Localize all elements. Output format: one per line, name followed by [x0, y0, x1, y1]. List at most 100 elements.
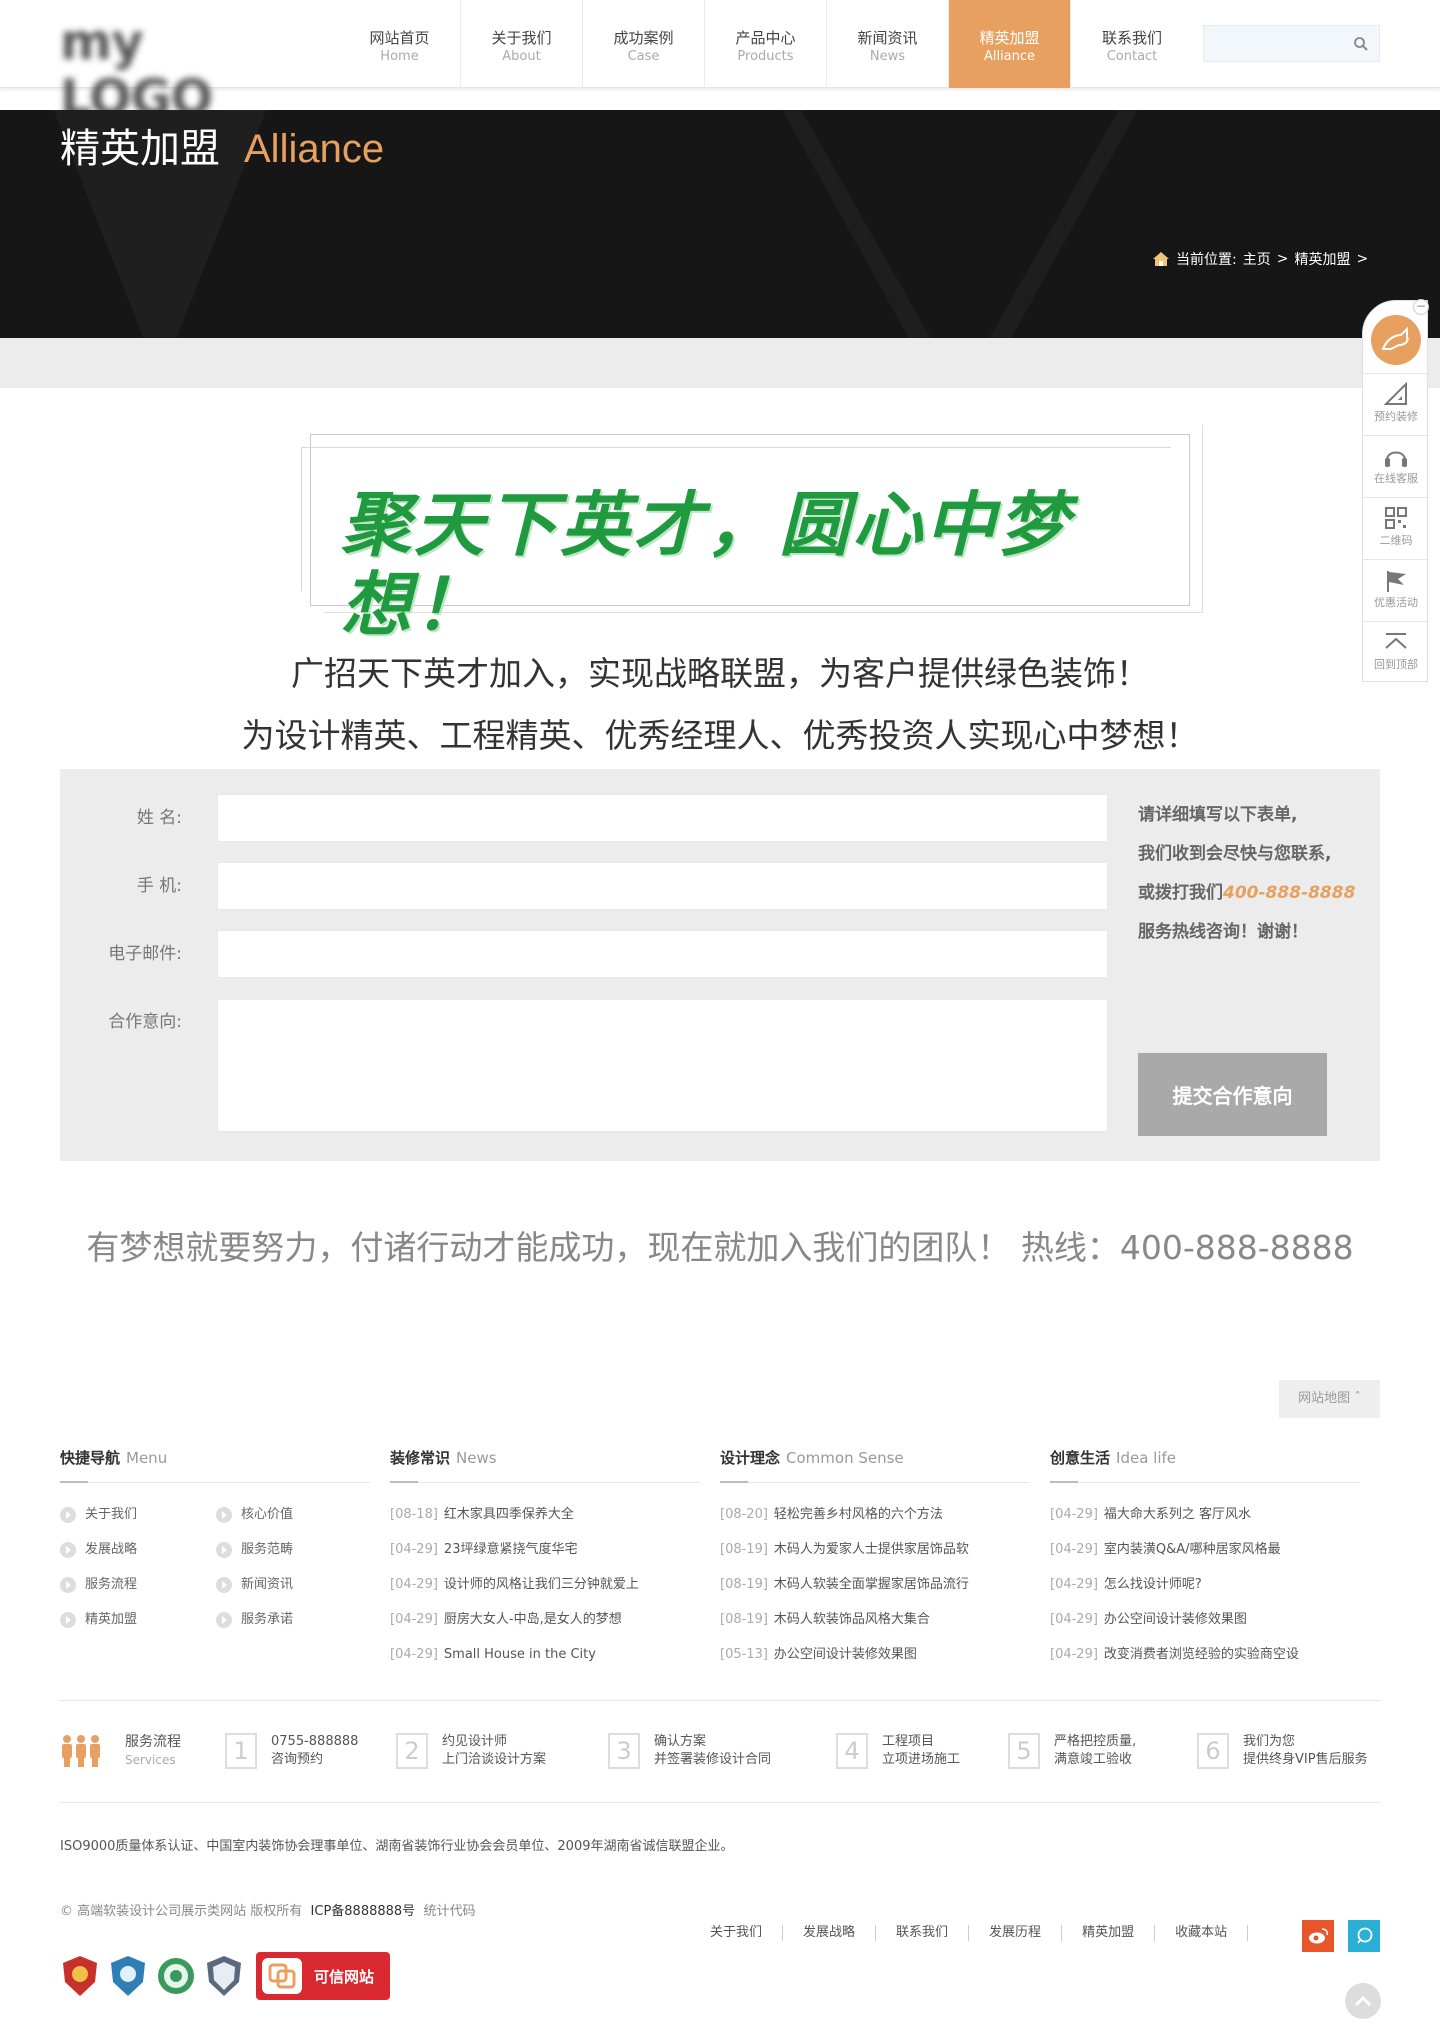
quick-link[interactable]: 服务承诺 [216, 1602, 372, 1637]
form-note: 或拨打我们400-888-8888 [1138, 881, 1355, 905]
services-title-cn: 服务流程 [125, 1734, 181, 1750]
quick-link[interactable]: 发展战略 [60, 1532, 216, 1567]
phone-field[interactable] [217, 862, 1108, 910]
arrow-bullet-icon [216, 1576, 232, 1593]
quick-link[interactable]: 核心价值 [216, 1497, 372, 1532]
step-line: 提供终身VIP售后服务 [1243, 1752, 1368, 1767]
nav-news[interactable]: 新闻资讯 News [827, 0, 949, 88]
list-item[interactable]: [04-29] 厨房大女人-中岛,是女人的梦想 [390, 1602, 700, 1637]
search-input[interactable] [1204, 26, 1344, 61]
news-list: [08-18] 红木家具四季保养大全 [04-29] 23坪绿意紧挠气度华宅 [04… [390, 1497, 700, 1672]
quick-link[interactable]: 服务流程 [60, 1567, 216, 1602]
service-step: 2 约见设计师 上门洽谈设计方案 [396, 1733, 546, 1769]
step-text: 我们为您 提供终身VIP售后服务 [1243, 1733, 1368, 1769]
quick-link[interactable]: 精英加盟 [60, 1602, 216, 1637]
list-item[interactable]: [04-29] 怎么找设计师呢? [1050, 1567, 1360, 1602]
item-date: [04-29] [1050, 1647, 1098, 1662]
sidebar-item-totop[interactable]: 回到顶部 [1363, 621, 1429, 681]
list-item[interactable]: [08-20] 轻松完善乡村风格的六个方法 [720, 1497, 1030, 1532]
step-line: 约见设计师 [442, 1734, 508, 1749]
sidebar-item-booking[interactable]: 预约装修 [1363, 373, 1429, 433]
list-item[interactable]: [04-29] 设计师的风格让我们三分钟就爱上 [390, 1567, 700, 1602]
sidebar-item-qrcode[interactable]: 二维码 [1363, 497, 1429, 557]
list-item[interactable]: [08-19] 木码人为爱家人士提供家居饰品软 [720, 1532, 1030, 1567]
seal-badge-icon[interactable] [156, 1954, 196, 1998]
quick-link[interactable]: 服务范畴 [216, 1532, 372, 1567]
item-date: [04-29] [1050, 1612, 1098, 1627]
footer-link[interactable]: 精英加盟 [1062, 1925, 1156, 1941]
shield-badge-icon[interactable] [108, 1954, 148, 1998]
back-to-top-button[interactable] [1345, 1983, 1381, 2019]
step-text: 严格把控质量, 满意竣工验收 [1054, 1733, 1136, 1769]
step-line: 满意竣工验收 [1054, 1752, 1133, 1767]
horse-icon [1381, 326, 1409, 350]
breadcrumb-current[interactable]: 精英加盟 [1294, 249, 1350, 269]
column-title-cn: 快捷导航 [60, 1449, 121, 1467]
nav-label: 联系我们 [1101, 29, 1162, 47]
search-icon[interactable] [1353, 36, 1369, 52]
step-line: 并签署装修设计合同 [654, 1752, 772, 1767]
footer-link[interactable]: 发展历程 [969, 1925, 1063, 1941]
list-item[interactable]: [05-13] 办公空间设计装修效果图 [720, 1637, 1030, 1672]
nav-alliance[interactable]: 精英加盟 Alliance [949, 0, 1071, 88]
intent-textarea[interactable] [217, 999, 1108, 1132]
sidebar-item-service[interactable]: 在线客服 [1363, 435, 1429, 495]
item-date: [04-29] [1050, 1507, 1098, 1522]
item-title: 室内装潢Q&A/哪种居家风格最 [1103, 1542, 1281, 1557]
email-field[interactable] [217, 930, 1108, 978]
list-item[interactable]: [04-29] 室内装潢Q&A/哪种居家风格最 [1050, 1532, 1360, 1567]
footer-link[interactable]: 发展战略 [783, 1925, 877, 1941]
list-item[interactable]: [08-18] 红木家具四季保养大全 [390, 1497, 700, 1532]
services-title: 服务流程 Services [125, 1733, 181, 1769]
chevron-up-icon: ˆ [1354, 1391, 1361, 1406]
slogan-text: 聚天下英才，圆心中梦想！ [341, 484, 1071, 646]
list-item[interactable]: [04-29] 办公空间设计装修效果图 [1050, 1602, 1360, 1637]
nav-label: 产品中心 [735, 29, 796, 47]
icp-link[interactable]: ICP备8888888号 [311, 1904, 416, 1919]
stats-link[interactable]: 统计代码 [423, 1904, 475, 1919]
quick-link-label: 关于我们 [85, 1507, 138, 1522]
site-logo[interactable]: my LOGO [60, 14, 280, 126]
sidebar-item-promo[interactable]: 优惠活动 [1363, 559, 1429, 619]
nav-contact[interactable]: 联系我们 Contact [1071, 0, 1193, 88]
name-field[interactable] [217, 794, 1108, 842]
column-title-en: Idea life [1116, 1449, 1176, 1467]
submit-button[interactable]: 提交合作意向 [1138, 1053, 1327, 1136]
search-box [1203, 25, 1380, 62]
breadcrumb-home[interactable]: 主页 [1243, 249, 1271, 269]
column-title-cn: 创意生活 [1050, 1449, 1111, 1467]
nav-sublabel: Alliance [983, 49, 1036, 64]
quick-link[interactable]: 关于我们 [60, 1497, 216, 1532]
footer-link[interactable]: 关于我们 [690, 1925, 784, 1941]
arrow-bullet-icon [216, 1611, 232, 1628]
headset-icon [1385, 451, 1407, 467]
close-icon[interactable]: − [1413, 299, 1429, 315]
quick-link[interactable]: 新闻资讯 [216, 1567, 372, 1602]
site-header: my LOGO 网站首页 Home 关于我们 About 成功案例 Case 产品中心… [0, 0, 1440, 126]
list-item[interactable]: [04-29] Small House in the City [390, 1637, 700, 1672]
list-item[interactable]: [08-19] 木码人软装饰品风格大集合 [720, 1602, 1030, 1637]
list-item[interactable]: [08-19] 木码人软装全面掌握家居饰品流行 [720, 1567, 1030, 1602]
breadcrumb-separator: > [1356, 251, 1369, 267]
footer-link[interactable]: 收藏本站 [1155, 1925, 1249, 1941]
nav-products[interactable]: 产品中心 Products [705, 0, 827, 88]
list-item[interactable]: [04-29] 福大命大系列之 客厅风水 [1050, 1497, 1360, 1532]
item-title: 厨房大女人-中岛,是女人的梦想 [443, 1612, 622, 1627]
service-avatar[interactable] [1371, 315, 1421, 365]
footer-link[interactable]: 联系我们 [876, 1925, 970, 1941]
nav-about[interactable]: 关于我们 About [461, 0, 583, 88]
item-title: 办公空间设计装修效果图 [773, 1647, 917, 1662]
list-item[interactable]: [04-29] 23坪绿意紧挠气度华宅 [390, 1532, 700, 1567]
arrow-bullet-icon [216, 1506, 232, 1523]
nav-home[interactable]: 网站首页 Home [339, 0, 461, 88]
life-list: [04-29] 福大命大系列之 客厅风水 [04-29] 室内装潢Q&A/哪种居家风… [1050, 1497, 1360, 1672]
sitemap-button[interactable]: 网站地图 ˆ [1279, 1380, 1380, 1418]
nav-case[interactable]: 成功案例 Case [583, 0, 705, 88]
guard-badge-icon[interactable] [204, 1954, 244, 1998]
police-badge-icon[interactable] [60, 1954, 100, 1998]
chat-icon[interactable] [1348, 1920, 1380, 1952]
trusted-site-badge[interactable]: 可信网站 [256, 1952, 390, 2000]
weibo-icon[interactable] [1302, 1920, 1334, 1952]
nav-label: 成功案例 [613, 29, 674, 47]
list-item[interactable]: [04-29] 改变消费者浏览经验的实验商空设 [1050, 1637, 1360, 1672]
